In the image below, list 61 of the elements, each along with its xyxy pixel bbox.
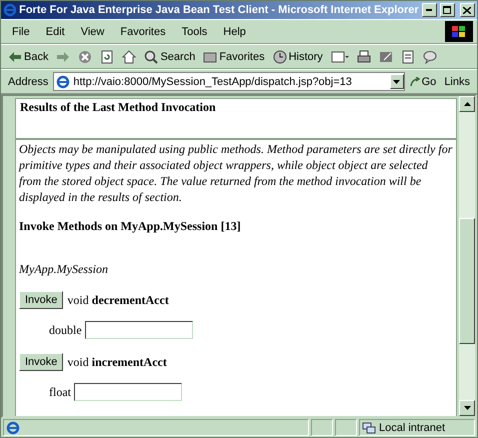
- method-signature: void decrementAcct: [67, 292, 169, 308]
- invoke-button[interactable]: Invoke: [19, 291, 64, 309]
- scroll-thumb[interactable]: [459, 218, 475, 344]
- address-field[interactable]: http://vaio:8000/MySession_TestApp/dispatch.jsp?obj=13: [53, 72, 405, 91]
- close-icon: [463, 6, 472, 14]
- zone-label: Local intranet: [379, 422, 446, 434]
- edit-icon: [378, 50, 393, 64]
- parameter-type: float: [49, 384, 71, 400]
- address-label: Address: [7, 76, 50, 88]
- go-arrow-icon: [410, 76, 420, 86]
- toolbar-button[interactable]: Back: [5, 50, 52, 64]
- toolbar-button[interactable]: Favorites: [200, 50, 268, 64]
- page-icon: [3, 3, 16, 17]
- scroll-up-button[interactable]: [459, 96, 475, 112]
- status-pane: [335, 419, 357, 436]
- dropdown-button[interactable]: [390, 74, 404, 89]
- toolbar-button[interactable]: History: [270, 48, 326, 64]
- invoke-button[interactable]: Invoke: [19, 353, 64, 371]
- scrollbar[interactable]: [459, 96, 475, 416]
- menu-item[interactable]: Edit: [38, 24, 72, 40]
- search-icon: [144, 50, 158, 64]
- parameter-field[interactable]: [74, 383, 182, 401]
- page-icon: [56, 74, 70, 88]
- up-arrow-icon: [464, 102, 470, 106]
- windows-logo: [445, 21, 473, 42]
- back-arrow-icon: [8, 50, 22, 62]
- method-signature: void incrementAcct: [67, 354, 167, 370]
- down-arrow-icon: [464, 406, 470, 410]
- invoke-heading: Invoke Methods on MyApp.MySession [13]: [19, 219, 242, 234]
- description-text: Objects may be manipulated using public methods. Method parameters are set directly for primitive types and their associated object wrappers, while object object are selected from the stored object space. The value returned from the method invocation will be displayed in the results of section.: [19, 141, 453, 205]
- network-icon: [362, 422, 376, 434]
- speech-bubble-icon: [422, 50, 437, 64]
- parameter-type: double: [49, 322, 82, 338]
- menu-item[interactable]: Tools: [174, 24, 214, 40]
- menu-item[interactable]: Favorites: [113, 24, 173, 40]
- parameter-field[interactable]: [84, 321, 193, 339]
- results-heading: Results of the Last Method Invocation: [20, 100, 217, 115]
- toolbar-button[interactable]: Search: [141, 48, 198, 64]
- menu-item[interactable]: Help: [216, 24, 253, 40]
- scroll-down-button[interactable]: [459, 400, 475, 416]
- refresh-icon: [100, 50, 114, 64]
- menu-item[interactable]: File: [5, 24, 37, 40]
- forward-arrow-icon: [56, 50, 70, 62]
- clock-icon: [272, 50, 287, 64]
- class-name: MyApp.MySession: [19, 262, 109, 277]
- down-arrow-icon: [393, 80, 400, 84]
- document-icon: [400, 50, 415, 64]
- minimize-button[interactable]: [422, 3, 437, 17]
- close-button[interactable]: [460, 3, 476, 17]
- page-icon: [6, 420, 20, 434]
- links-button[interactable]: Links: [441, 74, 473, 88]
- minimize-icon: [426, 9, 432, 11]
- go-button[interactable]: Go: [406, 74, 440, 88]
- maximize-icon: [443, 6, 452, 14]
- printer-icon: [356, 50, 371, 64]
- window-title: Forte For Java Enterprise Java Bean Test Client - Microsoft Internet Explorer: [19, 4, 419, 16]
- status-pane: [311, 419, 333, 436]
- menu-item[interactable]: View: [74, 24, 112, 40]
- home-icon: [122, 50, 136, 64]
- maximize-button[interactable]: [440, 3, 455, 17]
- stop-icon: [78, 50, 92, 64]
